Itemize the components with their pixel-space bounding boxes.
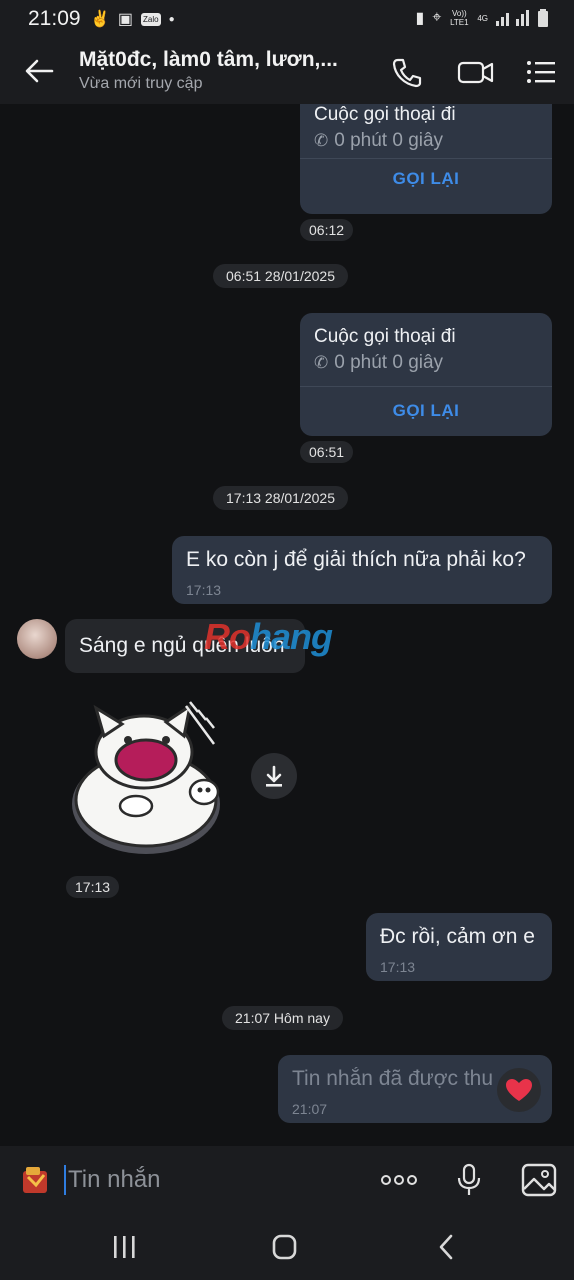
outgoing-message[interactable]: E ko còn j để giải thích nữa phải ko? 17…	[172, 536, 552, 604]
menu-list-icon[interactable]	[524, 55, 558, 89]
call-duration: ✆ 0 phút 0 giây	[314, 352, 443, 374]
call-back-button[interactable]: GỌI LẠI	[300, 169, 552, 189]
network-4g-label: 4G	[477, 13, 488, 23]
message-text: Tin nhắn đã được thu hồi	[292, 1067, 492, 1090]
volte-label: Vo)) LTE1	[450, 9, 469, 27]
reaction-button[interactable]	[497, 1068, 541, 1112]
zalo-icon: Zalo	[141, 12, 161, 26]
outgoing-call-icon: ✆	[314, 353, 329, 372]
battery-saver-icon: ▮	[415, 10, 425, 27]
system-navigation-bar	[0, 1214, 574, 1280]
date-separator: 06:51 28/01/2025	[213, 264, 348, 288]
location-icon: ⌖	[432, 9, 442, 26]
gallery-icon: ▣	[117, 11, 134, 28]
back-nav-icon[interactable]	[427, 1230, 467, 1264]
heart-icon	[506, 1079, 532, 1101]
microphone-icon[interactable]	[450, 1162, 488, 1198]
sticker-icon[interactable]	[20, 1165, 52, 1197]
watermark-part-red: Ro	[204, 616, 251, 657]
watermark-logo: Rohang	[204, 616, 333, 658]
call-duration-text: 0 phút 0 giây	[334, 352, 444, 373]
cat-sticker-image[interactable]	[66, 694, 238, 866]
call-duration: ✆ 0 phút 0 giây	[314, 130, 443, 152]
message-time: 06:51	[300, 441, 354, 463]
watermark-part-blue: hang	[250, 616, 333, 657]
divider	[300, 386, 552, 387]
message-time: 17:13	[380, 959, 416, 975]
image-gallery-icon[interactable]	[520, 1162, 558, 1198]
last-seen-status: Vừa mới truy cập	[79, 75, 203, 92]
outgoing-call-icon: ✆	[314, 131, 329, 150]
signal-icon	[496, 10, 529, 26]
status-bar: 21:09 ✌ ▣ Zalo ● ▮ ⌖ Vo)) LTE1 4G	[0, 0, 574, 38]
divider	[300, 158, 552, 159]
dot-icon: ●	[168, 13, 175, 25]
message-time: 21:07	[292, 1101, 328, 1117]
notification-icon: ✌	[90, 11, 110, 28]
call-duration-text: 0 phút 0 giây	[334, 130, 444, 151]
message-input-bar	[0, 1146, 574, 1214]
call-back-button[interactable]: GỌI LẠI	[300, 401, 552, 421]
outgoing-message[interactable]: Đc rồi, cảm ơn e 17:13	[366, 913, 552, 981]
status-time: 21:09	[28, 7, 81, 30]
message-time: 17:13	[66, 876, 120, 898]
message-list[interactable]: Cuộc gọi thoại đi ✆ 0 phút 0 giây GỌI LẠ…	[0, 104, 574, 1146]
chat-header: Mặt0đc, làm0 tâm, lươn,... Vừa mới truy …	[0, 38, 574, 104]
text-cursor	[64, 1165, 66, 1195]
message-time: 06:12	[300, 219, 354, 241]
battery-icon	[538, 9, 548, 27]
phone-call-icon[interactable]	[390, 55, 424, 89]
message-text: Đc rồi, cảm ơn e	[380, 925, 535, 948]
home-icon[interactable]	[265, 1230, 305, 1264]
video-call-icon[interactable]	[457, 55, 495, 89]
call-message-card: Cuộc gọi thoại đi ✆ 0 phút 0 giây GỌI LẠ…	[300, 313, 552, 436]
message-time: 17:13	[186, 582, 222, 598]
contact-name[interactable]: Mặt0đc, làm0 tâm, lươn,...	[79, 48, 338, 72]
date-separator: 21:07 Hôm nay	[222, 1006, 343, 1030]
download-button[interactable]	[251, 753, 297, 799]
message-input[interactable]	[68, 1162, 358, 1198]
call-title: Cuộc gọi thoại đi	[314, 104, 456, 125]
call-message-card: Cuộc gọi thoại đi ✆ 0 phút 0 giây GỌI LẠ…	[300, 104, 552, 214]
back-arrow-icon[interactable]	[22, 54, 56, 88]
date-separator: 17:13 28/01/2025	[213, 486, 348, 510]
message-text: E ko còn j để giải thích nữa phải ko?	[186, 548, 526, 571]
more-options-icon[interactable]	[380, 1162, 418, 1198]
recent-apps-icon[interactable]	[104, 1230, 144, 1264]
avatar[interactable]	[17, 619, 57, 659]
call-title: Cuộc gọi thoại đi	[314, 326, 456, 347]
download-icon	[266, 765, 282, 787]
